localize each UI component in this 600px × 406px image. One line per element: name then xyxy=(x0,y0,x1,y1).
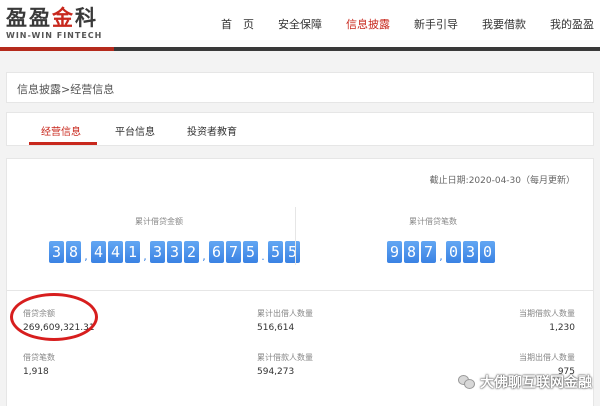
amount-digit: 4 xyxy=(91,241,106,263)
count-separator: , xyxy=(439,250,443,263)
count-digit: 8 xyxy=(404,241,419,263)
main-nav: 首 页 安全保障 信息披露 新手引导 我要借款 我的盈盈 xyxy=(197,16,594,32)
stat-label-total-lenders: 累计出借人数量 xyxy=(257,309,313,318)
stat-label-current-borrowers: 当期借款人数量 xyxy=(519,309,575,318)
cumulative-count-title: 累计借贷笔数 xyxy=(409,217,457,226)
count-digit: 7 xyxy=(421,241,436,263)
stat-value-loan-count: 1,918 xyxy=(23,367,49,377)
nav-home[interactable]: 首 页 xyxy=(221,16,254,32)
site-header: 盈盈金科 WIN-WIN FINTECH 首 页 安全保障 信息披露 新手引导 … xyxy=(0,0,600,48)
amount-digit: 5 xyxy=(285,241,300,263)
section-divider xyxy=(7,290,593,291)
cumulative-count-counter: 987,030 xyxy=(387,241,497,263)
count-digit: 3 xyxy=(463,241,478,263)
header-accent-bar xyxy=(0,47,114,51)
amount-separator: . xyxy=(261,250,265,263)
amount-digit: 3 xyxy=(49,241,64,263)
amount-digit: 7 xyxy=(226,241,241,263)
nav-guide[interactable]: 新手引导 xyxy=(414,16,458,32)
cumulative-amount-title: 累计借贷金额 xyxy=(135,217,183,226)
stat-value-total-lenders: 516,614 xyxy=(257,323,295,333)
amount-digit: 5 xyxy=(243,241,258,263)
amount-digit: 6 xyxy=(209,241,224,263)
nav-security[interactable]: 安全保障 xyxy=(278,16,322,32)
watermark-text: 大佛聊互联网金融 xyxy=(480,375,592,391)
amount-separator: , xyxy=(143,250,147,263)
nav-account[interactable]: 我的盈盈 xyxy=(550,16,594,32)
stat-label-total-borrowers: 累计借款人数量 xyxy=(257,353,313,362)
watermark: 大佛聊互联网金融 xyxy=(458,372,592,392)
amount-separator: , xyxy=(202,250,206,263)
tab-business-info[interactable]: 经营信息 xyxy=(41,123,81,138)
count-digit: 0 xyxy=(446,241,461,263)
amount-digit: 2 xyxy=(184,241,199,263)
stat-divider xyxy=(295,207,296,265)
amount-digit: 3 xyxy=(150,241,165,263)
breadcrumb[interactable]: 信息披露>经营信息 xyxy=(17,81,114,97)
logo-tagline: WIN-WIN FINTECH xyxy=(6,31,103,40)
site-logo[interactable]: 盈盈金科 WIN-WIN FINTECH xyxy=(6,6,116,42)
stat-value-current-borrowers: 1,230 xyxy=(549,323,575,333)
amount-digit: 1 xyxy=(125,241,140,263)
highlight-circle-annotation xyxy=(10,293,98,341)
tab-bar: 经营信息 平台信息 投资者教育 xyxy=(6,112,594,146)
stat-value-total-borrowers: 594,273 xyxy=(257,367,295,377)
stat-label-loan-count: 借贷笔数 xyxy=(23,353,55,362)
amount-digit: 5 xyxy=(268,241,283,263)
stat-label-current-lenders: 当期出借人数量 xyxy=(519,353,575,362)
tab-platform-info[interactable]: 平台信息 xyxy=(115,123,155,138)
amount-digit: 3 xyxy=(167,241,182,263)
count-digit: 0 xyxy=(480,241,495,263)
amount-digit: 4 xyxy=(108,241,123,263)
breadcrumb-bar: 信息披露>经营信息 xyxy=(6,72,594,103)
business-info-panel: 截止日期:2020-04-30（每月更新） 累计借贷金额 38,441,332,… xyxy=(6,158,594,406)
active-tab-indicator xyxy=(29,142,97,145)
tab-investor-education[interactable]: 投资者教育 xyxy=(187,123,237,138)
amount-separator: , xyxy=(84,250,88,263)
logo-wordmark: 盈盈金科 xyxy=(6,5,98,30)
header-dark-bar xyxy=(114,47,600,51)
count-digit: 9 xyxy=(387,241,402,263)
cumulative-amount-counter: 38,441,332,675.55 xyxy=(49,241,302,263)
wechat-icon xyxy=(458,374,476,390)
nav-borrow[interactable]: 我要借款 xyxy=(482,16,526,32)
amount-digit: 8 xyxy=(66,241,81,263)
nav-disclosure[interactable]: 信息披露 xyxy=(346,16,390,32)
cutoff-date: 截止日期:2020-04-30（每月更新） xyxy=(429,176,575,186)
